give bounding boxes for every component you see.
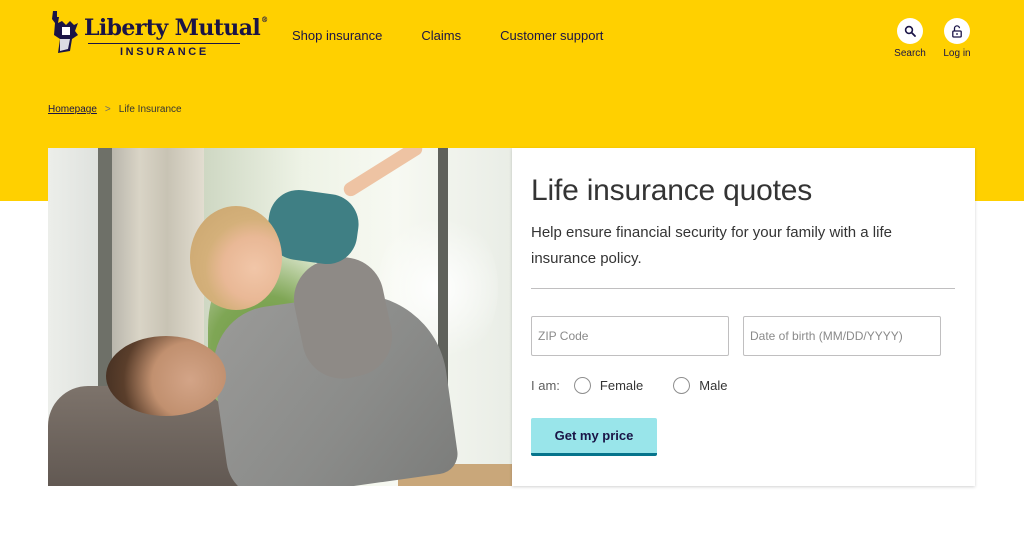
nav-shop-insurance[interactable]: Shop insurance (292, 28, 382, 43)
search-label: Search (894, 48, 926, 59)
photo-child-arm (341, 148, 425, 199)
statue-of-liberty-icon (48, 9, 82, 55)
male-radio[interactable] (673, 377, 691, 394)
female-label: Female (599, 378, 644, 393)
photo-father-head (106, 336, 226, 416)
search-icon (904, 25, 916, 37)
brand-subtitle: INSURANCE (120, 46, 209, 58)
breadcrumb-homepage[interactable]: Homepage (48, 104, 97, 115)
login-label: Log in (943, 48, 971, 59)
photo-child-head (190, 206, 282, 310)
primary-nav: Shop insurance Claims Customer support (292, 28, 642, 43)
nav-claims[interactable]: Claims (421, 28, 461, 43)
breadcrumb-current: Life Insurance (118, 104, 182, 115)
zip-code-input[interactable] (531, 316, 729, 356)
quote-description: Help ensure financial security for your … (531, 224, 892, 267)
gender-option-female[interactable]: Female (573, 377, 644, 394)
brand-name: Liberty Mutual® (84, 15, 268, 41)
unlock-icon-circle (944, 18, 970, 44)
breadcrumb-separator: > (104, 104, 111, 115)
female-radio[interactable] (573, 377, 591, 394)
hero-image (48, 148, 512, 486)
nav-customer-support[interactable]: Customer support (500, 28, 603, 43)
search-button[interactable]: Search (885, 18, 935, 59)
quote-card: Life insurance quotes Help ensure financ… (512, 148, 975, 486)
get-my-price-button[interactable]: Get my price (531, 418, 657, 456)
breadcrumb: Homepage > Life Insurance (48, 104, 182, 115)
gender-selector: I am: Female Male (531, 377, 757, 394)
gender-option-male[interactable]: Male (673, 377, 727, 394)
male-label: Male (699, 378, 728, 393)
login-button[interactable]: Log in (932, 18, 982, 59)
quote-title: Life insurance quotes (531, 174, 812, 207)
unlock-icon (952, 24, 962, 38)
date-of-birth-input[interactable] (743, 316, 941, 356)
quote-divider (531, 288, 955, 289)
gender-label: I am: (531, 378, 560, 393)
logo-rule (88, 43, 240, 44)
brand-logo[interactable]: Liberty Mutual® INSURANCE (48, 9, 268, 59)
search-icon-circle (897, 18, 923, 44)
